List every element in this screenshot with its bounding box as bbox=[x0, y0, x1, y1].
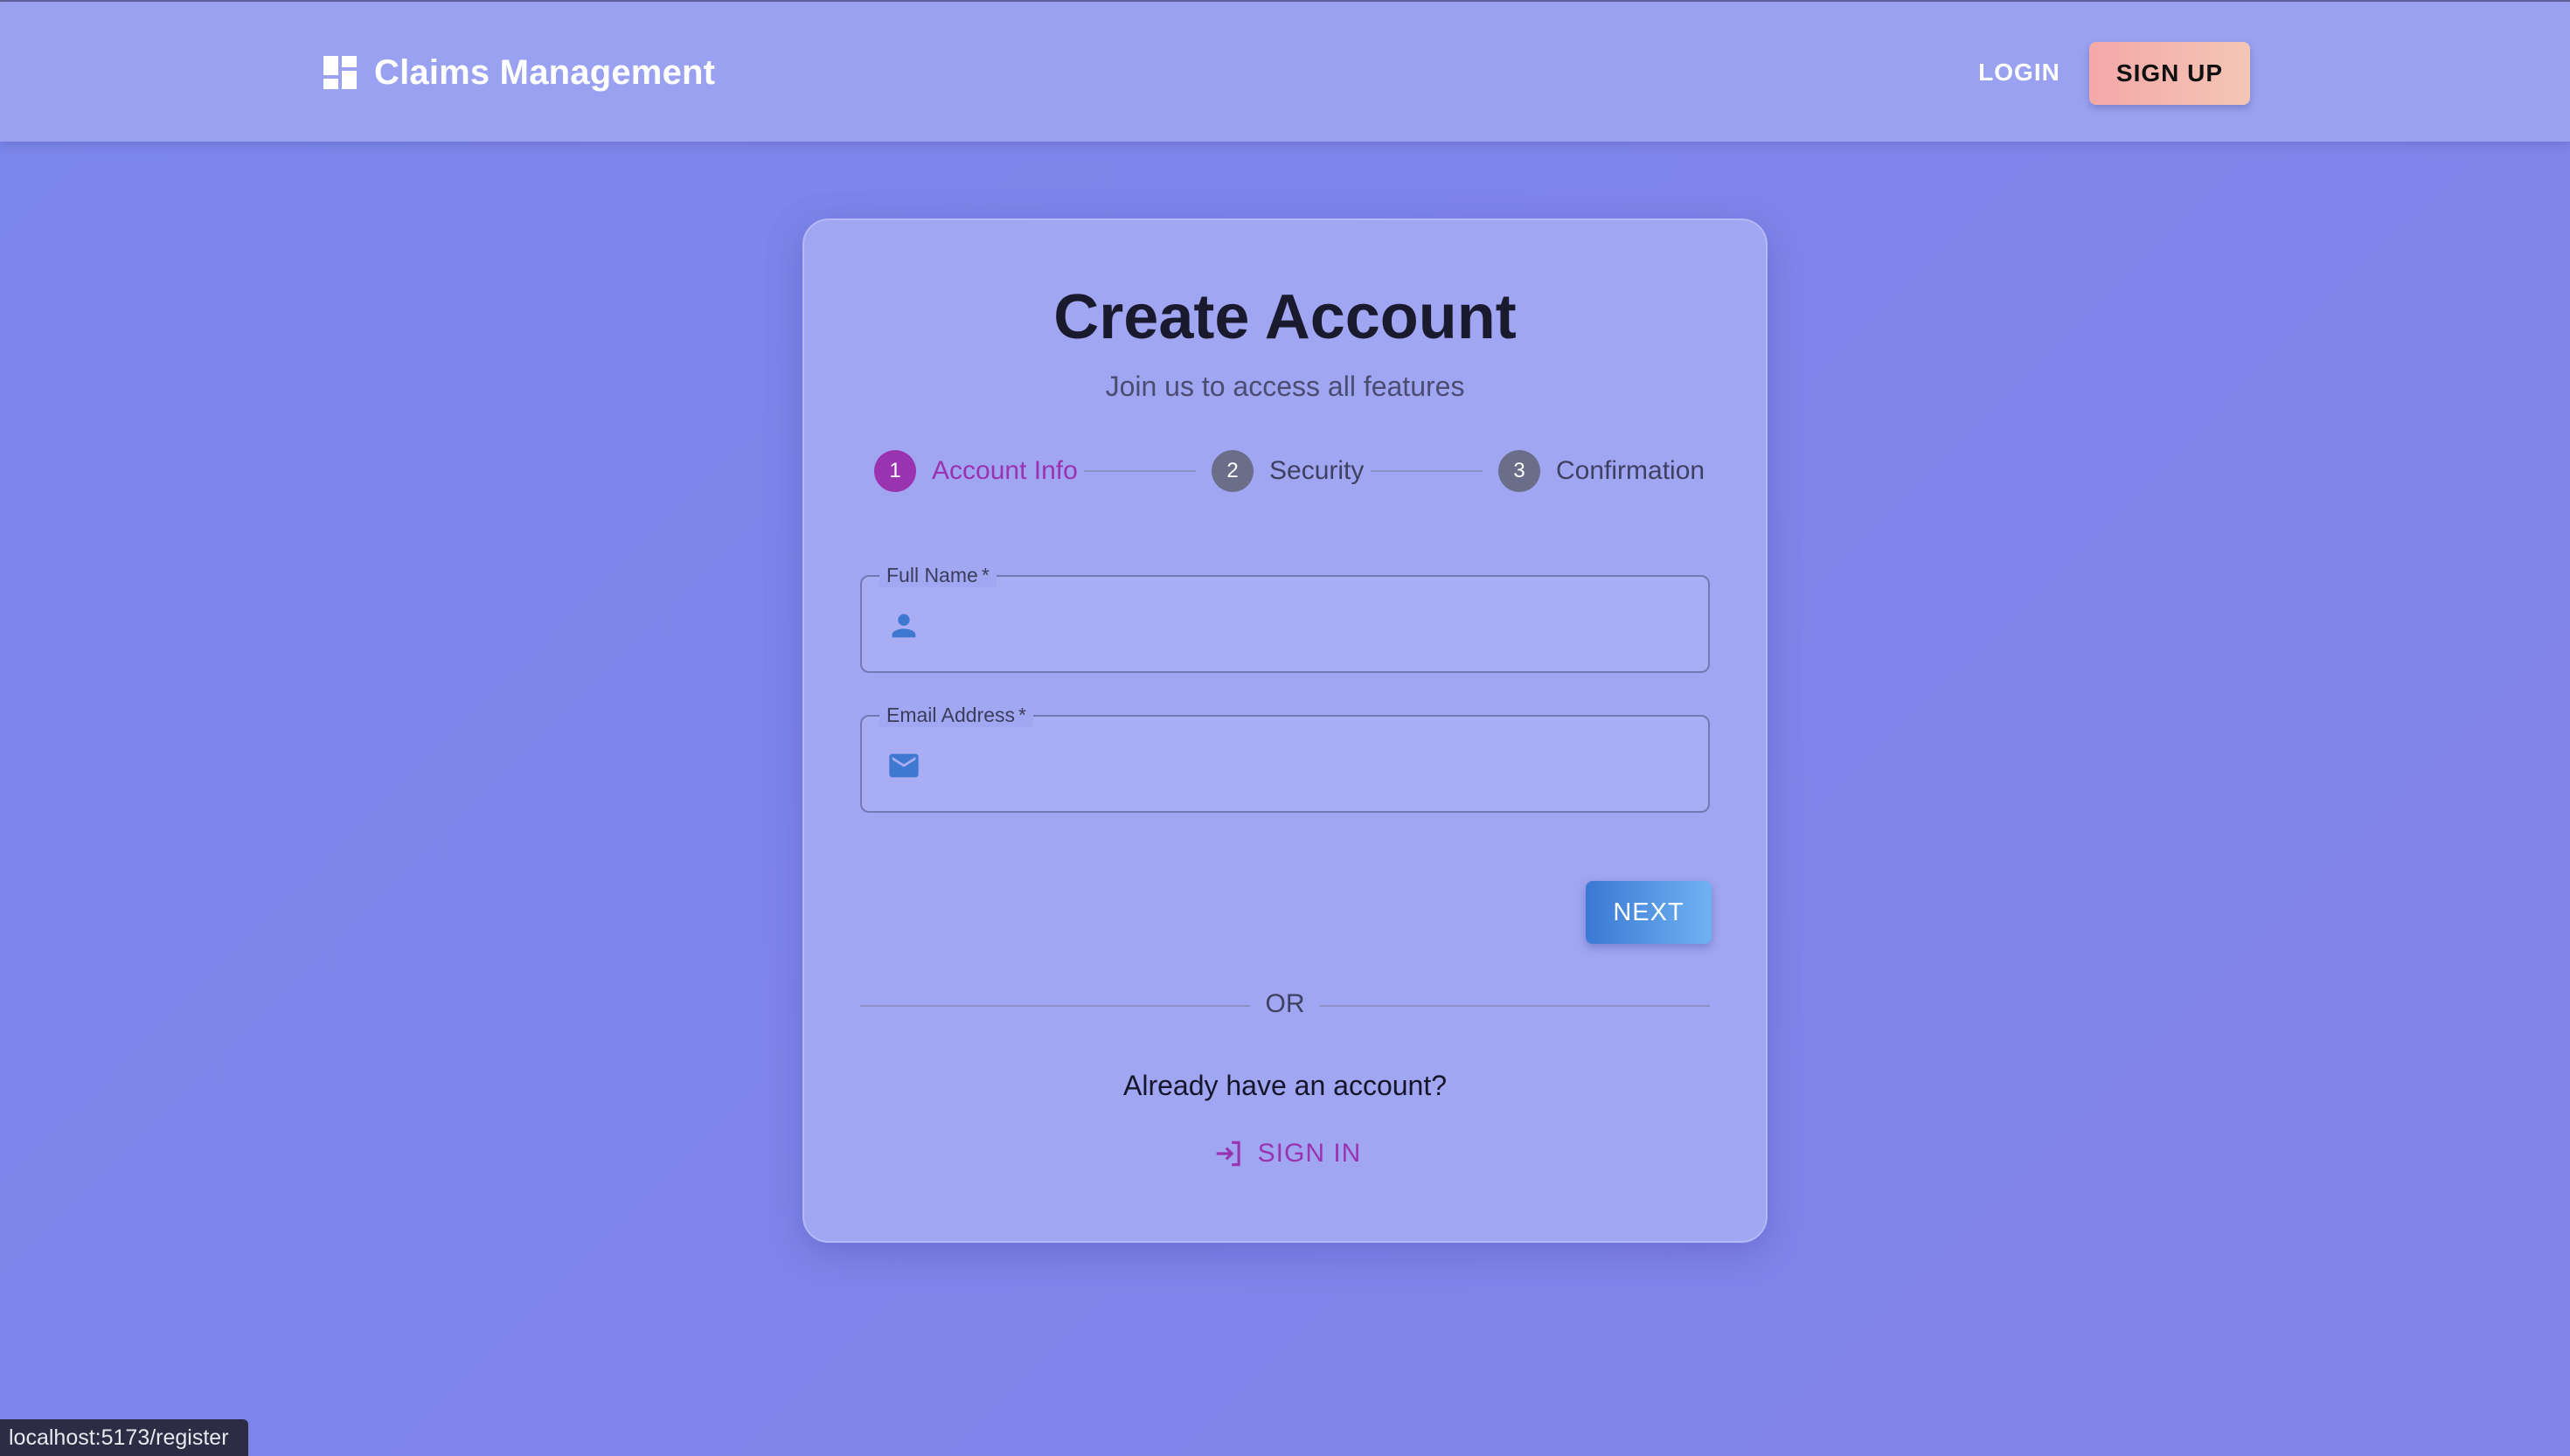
status-bar-url: localhost:5173/register bbox=[0, 1419, 248, 1456]
app-title: Claims Management bbox=[374, 52, 716, 92]
step-label: Security bbox=[1269, 456, 1365, 485]
full-name-label: Full Name * bbox=[879, 563, 997, 587]
step-account-info: 1 Account Info bbox=[874, 449, 1078, 493]
person-icon bbox=[892, 614, 916, 638]
dashboard-icon bbox=[323, 56, 357, 89]
app-bar: Claims Management LOGIN SIGN UP bbox=[0, 2, 2570, 142]
step-confirmation: 3 Confirmation bbox=[1498, 449, 1705, 493]
page-title: Create Account bbox=[1053, 282, 1517, 352]
step-label: Account Info bbox=[932, 456, 1078, 485]
signup-button[interactable]: SIGN UP bbox=[2089, 42, 2250, 105]
divider-or: OR bbox=[1265, 989, 1305, 1018]
brand[interactable]: Claims Management bbox=[323, 52, 715, 93]
register-card: Create Account Join us to access all fea… bbox=[802, 218, 1768, 1243]
page-subtitle: Join us to access all features bbox=[1105, 371, 1465, 402]
signin-prompt: Already have an account? bbox=[1122, 1070, 1448, 1101]
email-label: Email Address * bbox=[879, 703, 1033, 727]
email-input[interactable] bbox=[941, 734, 1692, 795]
signin-button[interactable]: SIGN IN bbox=[1208, 1129, 1365, 1178]
divider-right bbox=[1320, 1005, 1710, 1007]
mail-icon bbox=[889, 753, 919, 778]
full-name-input[interactable] bbox=[941, 594, 1692, 655]
step-number-badge: 1 bbox=[874, 450, 916, 492]
email-field[interactable]: Email Address * bbox=[860, 703, 1710, 813]
step-number-badge: 2 bbox=[1212, 450, 1254, 492]
step-label: Confirmation bbox=[1556, 456, 1705, 485]
divider-left bbox=[860, 1005, 1250, 1007]
step-number-badge: 3 bbox=[1498, 450, 1540, 492]
login-button[interactable]: LOGIN bbox=[1958, 52, 2080, 93]
step-connector bbox=[1084, 470, 1196, 472]
full-name-field[interactable]: Full Name * bbox=[860, 563, 1710, 673]
signin-label: SIGN IN bbox=[1257, 1139, 1362, 1168]
step-security: 2 Security bbox=[1212, 449, 1364, 493]
step-connector bbox=[1371, 470, 1483, 472]
login-icon bbox=[1216, 1141, 1240, 1167]
next-button[interactable]: NEXT bbox=[1586, 881, 1712, 944]
